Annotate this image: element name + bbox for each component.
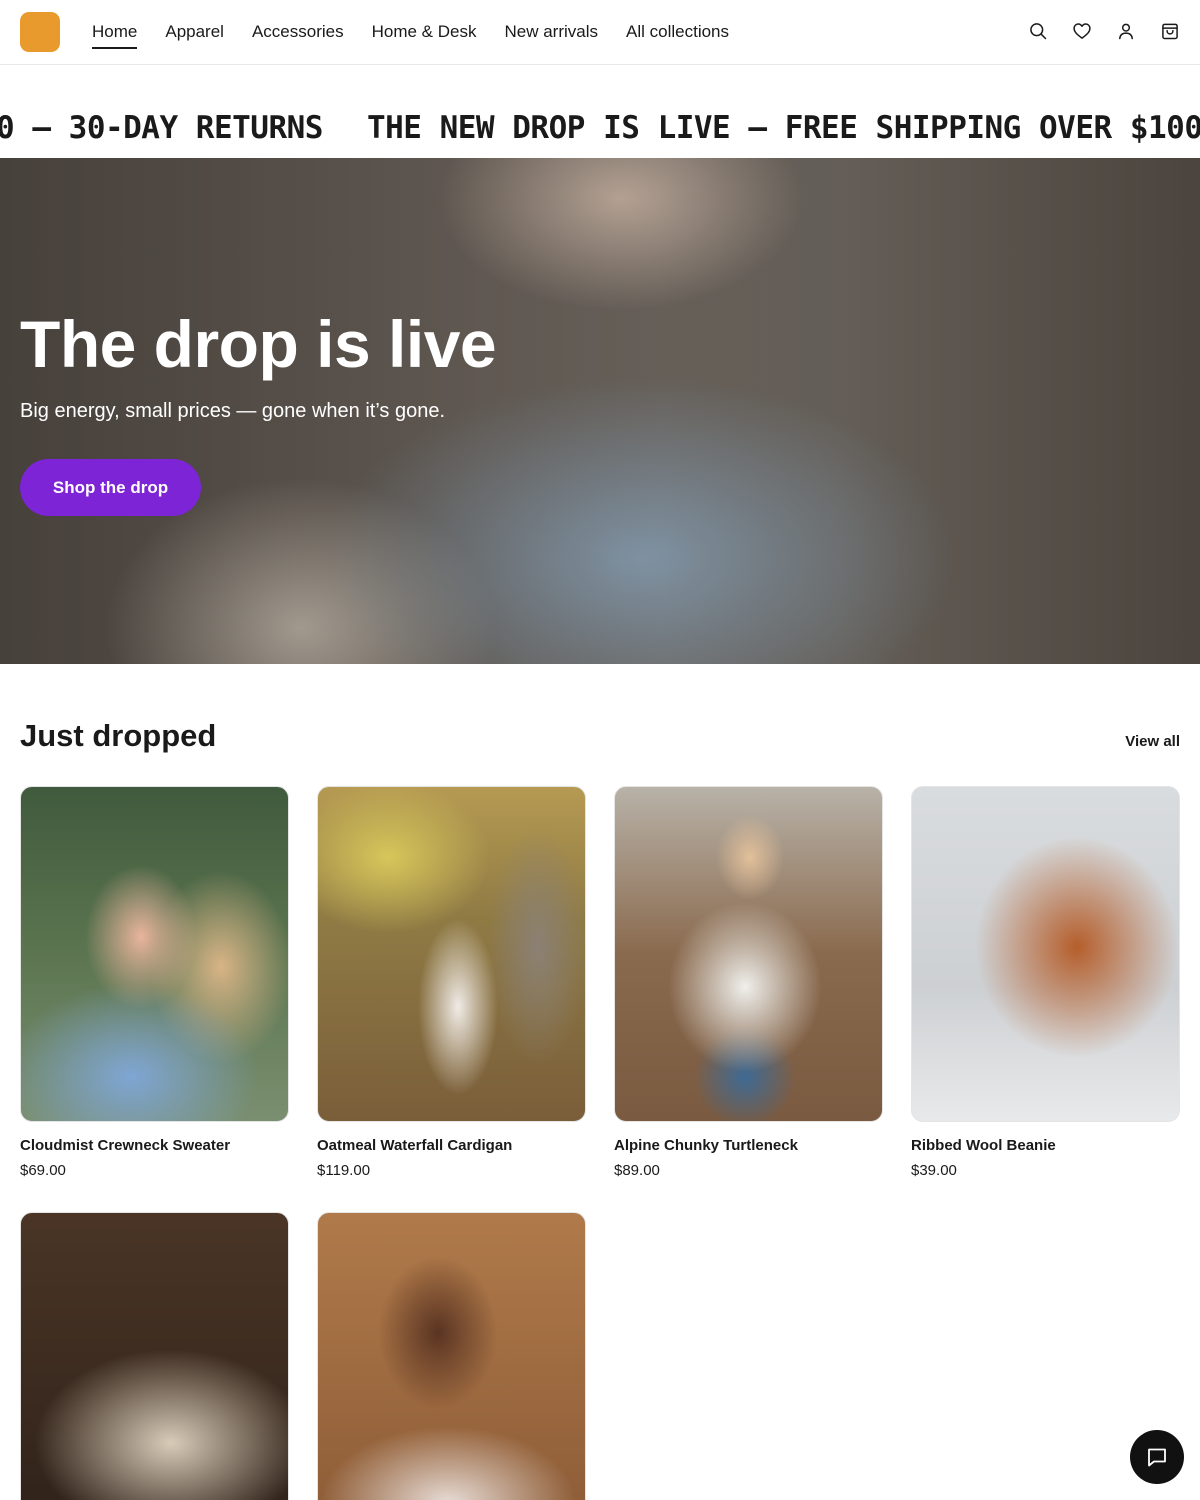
- bag-icon[interactable]: [1160, 20, 1180, 42]
- product-price: $119.00: [317, 1162, 371, 1179]
- user-icon[interactable]: [1116, 20, 1136, 42]
- section-title: Just dropped: [20, 718, 217, 753]
- shop-the-drop-button[interactable]: Shop the drop: [20, 459, 201, 516]
- product-image[interactable]: [20, 1212, 289, 1500]
- header-actions: [1028, 20, 1180, 42]
- product-price: $39.00: [911, 1162, 957, 1179]
- search-icon[interactable]: [1028, 20, 1048, 42]
- product-name[interactable]: Alpine Chunky Turtleneck: [614, 1137, 883, 1154]
- view-all-link[interactable]: View all: [1125, 733, 1180, 750]
- hero-banner: The drop is live Big energy, small price…: [0, 158, 1200, 664]
- product-card[interactable]: Cloudmist Crewneck Sweater $69.00: [20, 786, 289, 1179]
- hero-title: The drop is live: [20, 307, 497, 381]
- product-card[interactable]: Alpine Chunky Turtleneck $89.00: [614, 786, 883, 1179]
- chat-button[interactable]: [1130, 1430, 1184, 1484]
- nav-item-accessories[interactable]: Accessories: [252, 0, 344, 64]
- product-image[interactable]: [317, 786, 586, 1122]
- product-name[interactable]: Oatmeal Waterfall Cardigan: [317, 1137, 586, 1154]
- product-card[interactable]: [20, 1212, 289, 1500]
- product-price: $89.00: [614, 1162, 660, 1179]
- chat-bubble-icon: [1148, 1448, 1166, 1467]
- announcement-marquee: 0 — 30-DAY RETURNS THE NEW DROP IS LIVE —…: [0, 110, 1200, 158]
- product-name[interactable]: Cloudmist Crewneck Sweater: [20, 1137, 289, 1154]
- product-image[interactable]: [614, 786, 883, 1122]
- nav-item-home-desk[interactable]: Home & Desk: [372, 0, 477, 64]
- nav-item-new-arrivals[interactable]: New arrivals: [504, 0, 598, 64]
- product-card[interactable]: Ribbed Wool Beanie $39.00: [911, 786, 1180, 1179]
- heart-icon[interactable]: [1072, 20, 1092, 42]
- product-image[interactable]: [911, 786, 1180, 1122]
- hero-subtitle: Big energy, small prices — gone when it’…: [20, 400, 446, 422]
- nav-item-home[interactable]: Home: [92, 0, 138, 64]
- nav-item-all-collections[interactable]: All collections: [626, 0, 729, 64]
- product-price: $69.00: [20, 1162, 66, 1179]
- product-name[interactable]: Ribbed Wool Beanie: [911, 1137, 1180, 1154]
- product-card[interactable]: [317, 1212, 586, 1500]
- product-image[interactable]: [20, 786, 289, 1122]
- marquee-text: THE NEW DROP IS LIVE — FREE SHIPPING OVE…: [366, 110, 1200, 146]
- marquee-text-fragment: 0 — 30-DAY RETURNS: [0, 110, 323, 146]
- site-header: Home Apparel Accessories Home & Desk New…: [0, 0, 1200, 65]
- nav-item-apparel[interactable]: Apparel: [165, 0, 224, 64]
- store-logo[interactable]: [20, 12, 60, 52]
- marquee-track: 0 — 30-DAY RETURNS THE NEW DROP IS LIVE —…: [0, 110, 1200, 146]
- product-image[interactable]: [317, 1212, 586, 1500]
- main-nav: Home Apparel Accessories Home & Desk New…: [92, 0, 729, 64]
- product-card[interactable]: Oatmeal Waterfall Cardigan $119.00: [317, 786, 586, 1179]
